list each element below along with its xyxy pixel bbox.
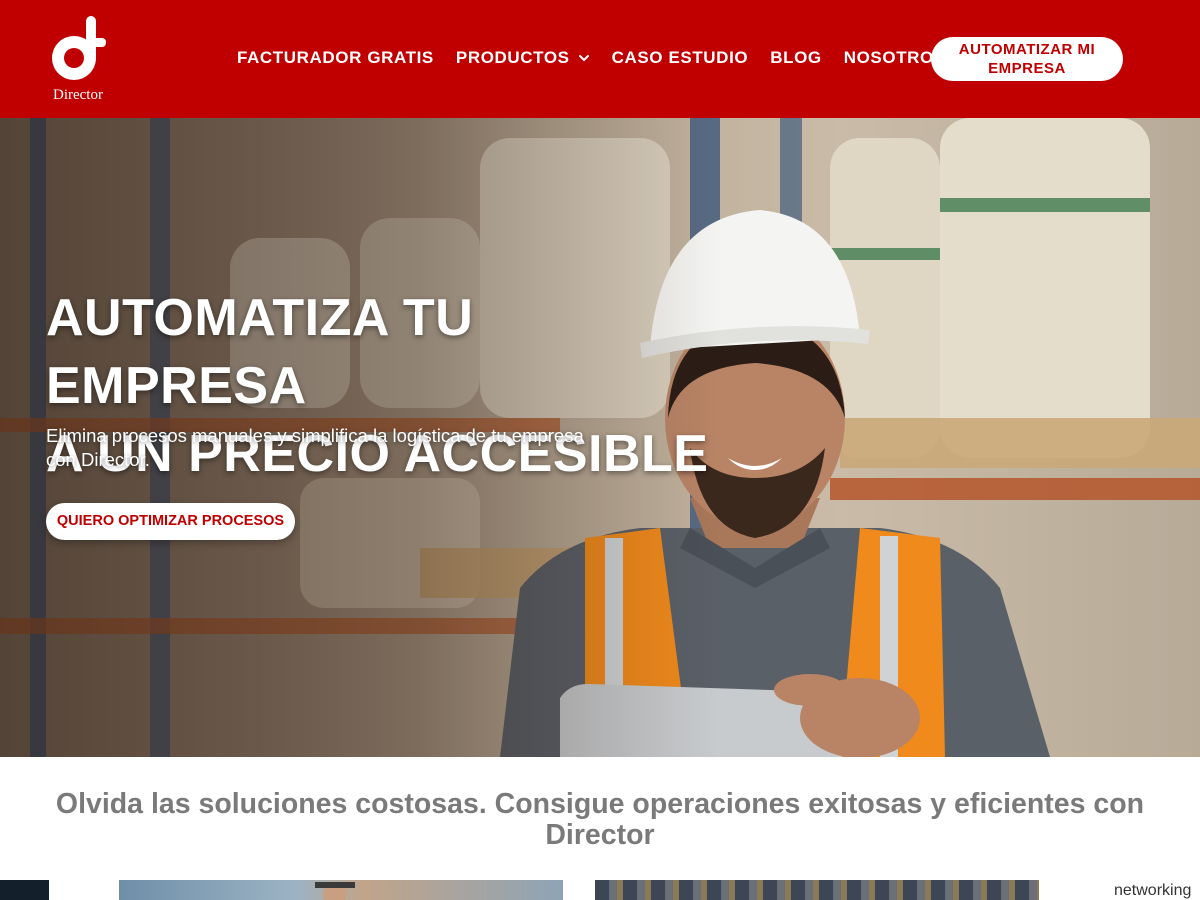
chevron-down-icon bbox=[578, 55, 589, 61]
nav-item-label: FACTURADOR GRATIS bbox=[237, 48, 434, 67]
nav-item-caso-estudio[interactable]: CASO ESTUDIO bbox=[612, 48, 749, 68]
director-logo-icon bbox=[52, 16, 106, 80]
main-nav: FACTURADOR GRATIS PRODUCTOS CASO ESTUDIO… bbox=[226, 46, 957, 70]
logo-text: Director bbox=[53, 87, 103, 103]
networking-label: networking bbox=[1114, 882, 1192, 899]
nav-item-label: PRODUCTOS bbox=[455, 48, 570, 67]
hero-title-line1: AUTOMATIZA TU EMPRESA bbox=[46, 289, 474, 415]
nav-item-facturador[interactable]: FACTURADOR GRATIS bbox=[237, 48, 434, 68]
nav-item-blog[interactable]: BLOG bbox=[770, 48, 822, 68]
card-image-person[interactable] bbox=[119, 880, 563, 900]
brand-logo[interactable]: Director bbox=[44, 14, 114, 106]
site-header: Director FACTURADOR GRATIS PRODUCTOS CAS… bbox=[0, 0, 1200, 118]
card-image-factory[interactable] bbox=[595, 880, 1039, 900]
nav-item-productos[interactable]: PRODUCTOS bbox=[456, 48, 590, 68]
nav-item-label: BLOG bbox=[770, 48, 822, 67]
automate-company-button[interactable]: AUTOMATIZAR MI EMPRESA bbox=[931, 37, 1123, 81]
card-image-dark[interactable] bbox=[0, 880, 49, 900]
nav-item-label: CASO ESTUDIO bbox=[611, 48, 749, 67]
optimize-processes-button[interactable]: QUIERO OPTIMIZAR PROCESOS bbox=[46, 503, 295, 540]
section-tagline: Olvida las soluciones costosas. Consigue… bbox=[55, 788, 1145, 851]
hero-section: AUTOMATIZA TU EMPRESA A UN PRECIO ACCESI… bbox=[0, 118, 1200, 757]
hero-subtitle: Elimina procesos manuales y simplifica l… bbox=[46, 425, 584, 470]
person-photo-icon bbox=[315, 882, 355, 900]
